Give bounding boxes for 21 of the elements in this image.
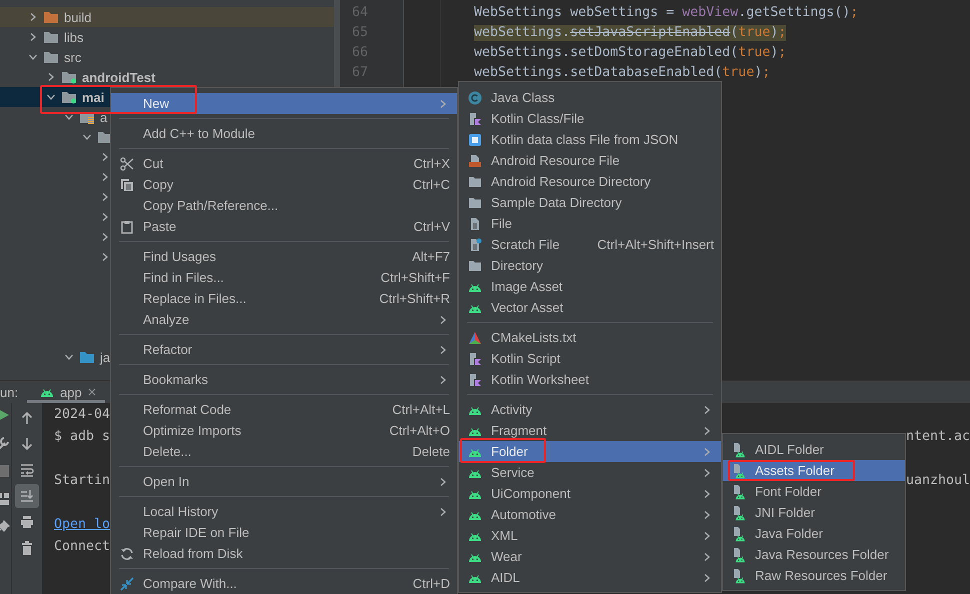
shortcut-text: Ctrl+X	[414, 156, 450, 171]
code-line: webSettings.setDatabaseEnabled(true);	[474, 65, 770, 81]
shortcut-text: Ctrl+V	[414, 219, 450, 234]
shortcut-text: Ctrl+Shift+F	[380, 270, 450, 285]
shortcut-text: Ctrl+D	[412, 576, 450, 591]
console-line: Connect	[54, 538, 110, 556]
console-line: ntent.ac	[906, 428, 970, 446]
shortcut-text: Ctrl+Alt+L	[392, 402, 450, 417]
shortcut-text: Delete	[412, 444, 450, 459]
code-line: WebSettings webSettings = webView.getSettings();	[474, 5, 858, 21]
panel-title: un:	[0, 384, 18, 400]
console-line: uanzhoul	[906, 472, 970, 490]
shortcut-text: Ctrl+C	[412, 177, 450, 192]
console-line: Startin	[54, 472, 110, 490]
console-line: 2024-04	[54, 406, 110, 424]
shortcut-text: Ctrl+Alt+Shift+Insert	[597, 237, 714, 252]
console-line: $ adb s	[54, 428, 110, 446]
shortcut-text: Alt+F7	[412, 249, 450, 264]
code-line: webSettings.setDomStorageEnabled(true);	[474, 45, 786, 61]
shortcut-text: Ctrl+Alt+O	[389, 423, 450, 438]
shortcut-text: Ctrl+Shift+R	[379, 291, 450, 306]
